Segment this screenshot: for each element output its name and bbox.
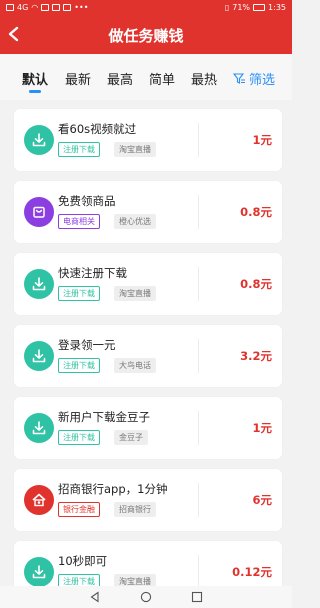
download-icon bbox=[24, 413, 54, 443]
category-tag: 注册下载 bbox=[58, 430, 100, 445]
divider bbox=[198, 555, 199, 589]
divider bbox=[198, 195, 199, 229]
platform-tag: 橙心优选 bbox=[114, 214, 156, 229]
reward-amount: 0.12元 bbox=[232, 565, 272, 579]
bank-icon bbox=[24, 485, 54, 515]
task-name: 看60s视频就过 bbox=[58, 122, 137, 136]
page-title: 做任务赚钱 bbox=[108, 27, 184, 45]
shopping-bag-icon bbox=[24, 197, 54, 227]
category-tag: 注册下载 bbox=[58, 286, 100, 301]
task-name: 免费领商品 bbox=[58, 194, 116, 208]
task-name: 招商银行app，1分钟 bbox=[58, 482, 168, 496]
download-icon bbox=[24, 341, 54, 371]
category-tag: 注册下载 bbox=[58, 142, 100, 157]
category-tag: 注册下载 bbox=[58, 358, 100, 373]
divider bbox=[198, 339, 199, 373]
reward-amount: 1元 bbox=[252, 421, 272, 435]
app-header: 做任务赚钱 bbox=[0, 14, 292, 54]
task-card[interactable]: 招商银行app，1分钟 银行金融 招商银行 6元 bbox=[14, 469, 282, 531]
network-type: 4G bbox=[17, 2, 29, 12]
wifi-icon: ◠ bbox=[31, 2, 39, 12]
divider bbox=[198, 267, 199, 301]
reward-amount: 3.2元 bbox=[240, 349, 272, 363]
platform-tag: 大鸟电话 bbox=[114, 358, 156, 373]
task-card[interactable]: 新用户下载金豆子 注册下载 金豆子 1元 bbox=[14, 397, 282, 459]
download-icon bbox=[24, 557, 54, 587]
reward-amount: 6元 bbox=[252, 493, 272, 507]
divider bbox=[198, 123, 199, 157]
tab-default[interactable]: 默认 bbox=[22, 69, 48, 88]
status-bar: 4G ◠ ••• ▯ 71% 1:35 bbox=[0, 0, 292, 14]
active-tab-indicator bbox=[29, 90, 41, 93]
system-nav-bar bbox=[0, 586, 292, 608]
platform-tag: 淘宝直播 bbox=[114, 286, 156, 301]
battery-icon bbox=[253, 3, 266, 11]
task-name: 10秒即可 bbox=[58, 554, 108, 568]
task-card[interactable]: 看60s视频就过 注册下载 淘宝直播 1元 bbox=[14, 109, 282, 171]
reward-amount: 0.8元 bbox=[240, 205, 272, 219]
vibrate-icon: ▯ bbox=[224, 2, 230, 12]
platform-tag: 金豆子 bbox=[114, 430, 148, 445]
home-nav-icon[interactable] bbox=[140, 591, 152, 603]
clock: 1:35 bbox=[268, 2, 286, 12]
task-name: 新用户下载金豆子 bbox=[58, 410, 150, 424]
category-tag: 银行金融 bbox=[58, 502, 100, 517]
platform-tag: 招商银行 bbox=[114, 502, 156, 517]
app-notification-icon bbox=[41, 3, 50, 11]
download-icon bbox=[24, 125, 54, 155]
divider bbox=[198, 483, 199, 517]
divider bbox=[198, 411, 199, 445]
app-notification-icon bbox=[52, 3, 61, 11]
recents-nav-icon[interactable] bbox=[191, 591, 203, 603]
category-tag: 电商相关 bbox=[58, 214, 100, 229]
filter-label: 筛选 bbox=[249, 73, 276, 88]
tab-hottest[interactable]: 最热 bbox=[191, 69, 217, 88]
sort-tabs: 默认 最新 最高 简单 最热 筛选 bbox=[0, 54, 292, 100]
platform-tag: 淘宝直播 bbox=[114, 142, 156, 157]
download-icon bbox=[24, 269, 54, 299]
tab-easy[interactable]: 简单 bbox=[149, 69, 175, 88]
task-name: 登录领一元 bbox=[58, 338, 116, 352]
battery-percent: 71% bbox=[232, 2, 251, 12]
sim-icon bbox=[6, 3, 14, 11]
task-card[interactable]: 免费领商品 电商相关 橙心优选 0.8元 bbox=[14, 181, 282, 243]
tab-highest[interactable]: 最高 bbox=[107, 69, 133, 88]
tab-newest[interactable]: 最新 bbox=[65, 69, 91, 88]
more-notifications-icon: ••• bbox=[74, 2, 89, 12]
reward-amount: 1元 bbox=[252, 133, 272, 147]
task-card[interactable]: 登录领一元 注册下载 大鸟电话 3.2元 bbox=[14, 325, 282, 387]
app-notification-icon bbox=[63, 3, 72, 11]
task-name: 快速注册下载 bbox=[58, 266, 127, 280]
task-card[interactable]: 快速注册下载 注册下载 淘宝直播 0.8元 bbox=[14, 253, 282, 315]
back-nav-icon[interactable] bbox=[89, 591, 101, 603]
reward-amount: 0.8元 bbox=[240, 277, 272, 291]
filter-button[interactable]: 筛选 bbox=[233, 69, 275, 88]
filter-icon bbox=[233, 72, 245, 84]
